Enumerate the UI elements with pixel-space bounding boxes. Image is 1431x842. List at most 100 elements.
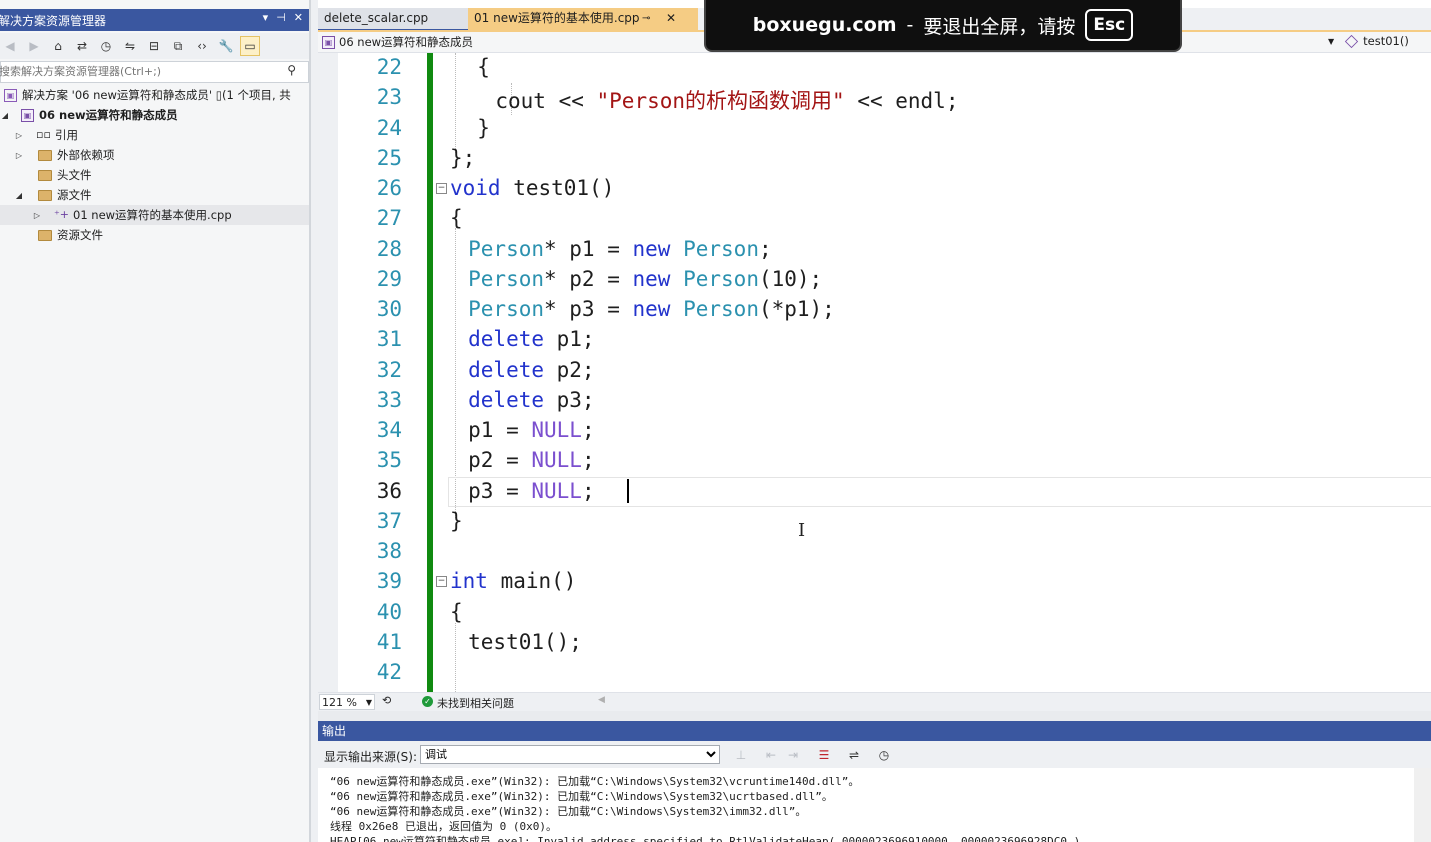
code-line[interactable]: delete p1; [468, 327, 594, 351]
search-icon[interactable]: ⚲ [287, 63, 296, 77]
code-line[interactable]: Person* p2 = new Person(10); [468, 267, 822, 291]
code-line[interactable]: { [450, 206, 463, 230]
chevron-down-icon[interactable]: ▼ [366, 695, 372, 711]
line-number: 38 [376, 539, 402, 563]
output-source-label: 显示输出来源(S): [324, 750, 418, 764]
switch-views-icon[interactable]: ⇄ [72, 36, 92, 56]
output-text-area[interactable]: “06 new运算符和静态成员.exe”(Win32): 已加载“C:\Wind… [318, 768, 1431, 842]
code-line[interactable]: Person* p1 = new Person; [468, 237, 771, 261]
code-line[interactable]: { [477, 55, 490, 79]
search-input[interactable] [0, 62, 269, 80]
tree-item-label: 头文件 [57, 168, 92, 182]
collapse-icon[interactable]: − [436, 576, 447, 587]
output-line: HEAP[06 new运算符和静态成员.exe]: Invalid addres… [330, 835, 1081, 842]
code-line[interactable]: } [450, 509, 463, 533]
vertical-scrollbar[interactable] [1414, 768, 1431, 842]
output-line: “06 new运算符和静态成员.exe”(Win32): 已加载“C:\Wind… [330, 775, 860, 788]
line-number: 29 [376, 266, 402, 291]
esc-key[interactable]: Esc [1085, 9, 1134, 41]
show-all-files-icon[interactable]: ⧉ [168, 36, 188, 56]
zoom-dropdown[interactable]: 121 % ▼ [319, 694, 375, 710]
code-line[interactable]: }; [450, 146, 475, 170]
line-number: 37 [376, 508, 402, 533]
code-line[interactable]: cout << "Person的析构函数调用" << endl; [495, 85, 958, 115]
scroll-left-icon[interactable]: ◀ [598, 695, 605, 705]
filter-folder-icon [38, 189, 52, 201]
line-number: 23 [376, 85, 402, 110]
clear-all-icon[interactable]: ☰ [815, 746, 833, 764]
indent-guide [455, 623, 456, 692]
tab-active-cpp[interactable]: 01 new运算符的基本使用.cpp ⊸ ✕ [468, 8, 698, 31]
timestamp-icon[interactable]: ◷ [875, 746, 893, 764]
code-line[interactable]: p2 = NULL; [468, 448, 594, 472]
tree-item-label: 01 new运算符的基本使用.cpp [73, 208, 232, 222]
code-line[interactable]: } [477, 116, 490, 140]
tree-item-cpp-file[interactable]: ▷ ⁺+ 01 new运算符的基本使用.cpp [0, 205, 311, 225]
tree-item-project[interactable]: ◢ ▣ 06 new运算符和静态成员 [0, 105, 311, 125]
close-icon[interactable]: ✕ [294, 11, 303, 24]
expand-arrow-icon[interactable]: ▷ [14, 151, 24, 160]
back-icon[interactable]: ◀ [0, 36, 20, 56]
tree-item-source-files[interactable]: ◢ 源文件 [0, 185, 311, 205]
code-line[interactable]: int main() [450, 569, 576, 593]
solution-explorer-titlebar: 解决方案资源管理器 ▾ ⊣ ✕ [0, 9, 311, 31]
line-number: 30 [376, 297, 402, 321]
collapse-arrow-icon[interactable]: ◢ [0, 111, 10, 120]
expand-arrow-icon[interactable]: ▷ [32, 211, 42, 220]
ibeam-cursor-icon: I [798, 520, 806, 541]
solution-explorer: 解决方案资源管理器 ▾ ⊣ ✕ ◀ ▶ ⌂ ⇄ ◷ ⇋ ⊟ ⧉ ‹› 🔧 ▭ ⚲… [0, 0, 311, 842]
solution-explorer-search[interactable]: ⚲ [0, 61, 309, 83]
line-number: 42 [376, 660, 402, 684]
tab-delete-scalar[interactable]: delete_scalar.cpp [318, 8, 470, 31]
forward-icon[interactable]: ▶ [24, 36, 44, 56]
home-icon[interactable]: ⌂ [48, 36, 68, 56]
word-wrap-icon[interactable]: ⇌ [845, 746, 863, 764]
collapse-all-icon[interactable]: ⊟ [144, 36, 164, 56]
code-line[interactable]: { [450, 600, 463, 624]
pending-changes-icon[interactable]: ◷ [96, 36, 116, 56]
chevron-down-icon[interactable]: ▼ [1328, 37, 1334, 46]
properties-icon[interactable]: 🔧 [216, 36, 236, 56]
code-line[interactable]: p1 = NULL; [468, 418, 594, 442]
text-caret [627, 479, 629, 503]
close-tab-icon[interactable]: ✕ [666, 8, 676, 29]
code-line[interactable]: Person* p3 = new Person(*p1); [468, 297, 835, 321]
code-line[interactable]: delete p3; [468, 388, 594, 412]
expand-arrow-icon[interactable]: ▷ [14, 131, 24, 140]
fullscreen-banner: boxuegu.com - 要退出全屏，请按 Esc [704, 0, 1182, 52]
code-cleanup-icon[interactable]: ⟲ [382, 694, 391, 707]
code-line[interactable]: void test01() [450, 176, 614, 200]
code-editor[interactable]: 22 23 24 25 26 27 28 29 30 31 32 33 34 35 36 37 38 39 40 41… [318, 53, 1431, 692]
preview-icon[interactable]: ▭ [240, 36, 260, 56]
view-code-icon[interactable]: ‹› [192, 36, 212, 56]
next-message-icon[interactable]: ⇥ [784, 746, 802, 764]
pane-separator[interactable] [318, 711, 1431, 721]
pin-icon[interactable]: ⊣ [276, 11, 286, 24]
line-number: 40 [376, 599, 402, 624]
tree-item-references[interactable]: ▷ ▫▫ 引用 [0, 125, 311, 145]
tree-item-solution[interactable]: ▣ 解决方案 '06 new运算符和静态成员' ▯(1 个项目, 共 [0, 85, 311, 105]
tree-item-external-deps[interactable]: ▷ 外部依赖项 [0, 145, 311, 165]
pin-icon[interactable]: ⊸ [642, 8, 650, 29]
find-message-icon[interactable]: ⊥ [732, 746, 750, 764]
code-line[interactable]: test01(); [468, 630, 582, 654]
scope-dropdown[interactable]: ▣ 06 new运算符和静态成员 [322, 34, 473, 50]
line-number: 22 [376, 55, 402, 79]
code-line[interactable]: delete p2; [468, 358, 594, 382]
sync-icon[interactable]: ⇋ [120, 36, 140, 56]
code-line[interactable]: p3 = NULL; [468, 479, 594, 503]
output-source-select[interactable]: 调试 [420, 745, 720, 764]
line-number: 27 [376, 206, 402, 231]
collapse-arrow-icon[interactable]: ◢ [14, 191, 24, 200]
tree-item-resource-files[interactable]: 资源文件 [0, 225, 311, 245]
collapse-icon[interactable]: − [436, 183, 447, 194]
dropdown-icon[interactable]: ▾ [263, 11, 269, 24]
splitter[interactable] [311, 0, 318, 842]
filter-folder-icon [38, 169, 52, 181]
tree-item-header-files[interactable]: 头文件 [0, 165, 311, 185]
prev-message-icon[interactable]: ⇤ [762, 746, 780, 764]
issues-status[interactable]: 未找到相关问题 [437, 695, 514, 711]
member-dropdown[interactable]: ▼ test01() [1328, 34, 1409, 48]
check-icon: ✓ [422, 696, 433, 707]
solution-icon: ▣ [4, 88, 17, 102]
